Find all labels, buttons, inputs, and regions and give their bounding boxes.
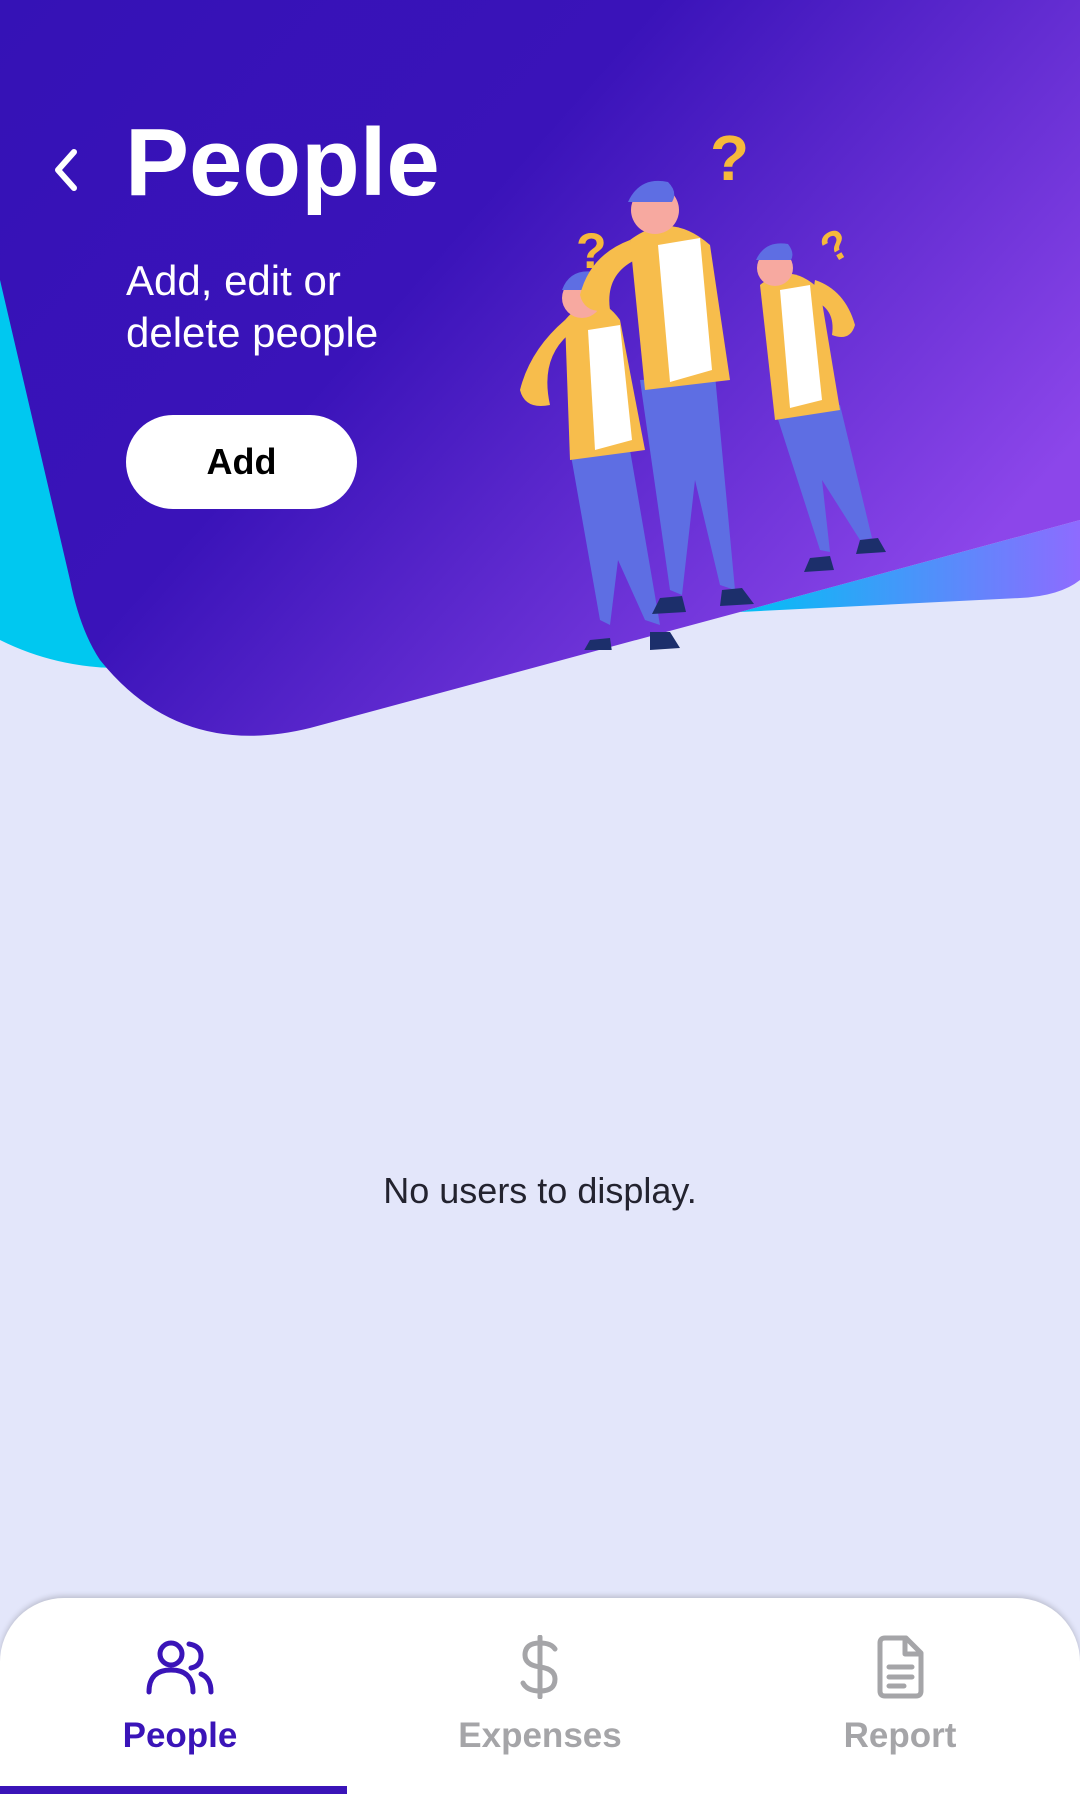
chevron-left-icon	[55, 149, 77, 191]
page-title: People	[125, 109, 440, 216]
back-button[interactable]	[40, 140, 90, 200]
nav-label-report: Report	[843, 1716, 957, 1755]
nav-tab-expenses[interactable]: Expenses	[360, 1598, 720, 1794]
nav-tab-people[interactable]: People	[0, 1598, 360, 1794]
dollar-icon	[505, 1632, 575, 1702]
nav-label-people: People	[122, 1716, 238, 1755]
people-icon	[145, 1632, 215, 1702]
svg-text:?: ?	[710, 122, 749, 194]
bottom-navigation: People Expenses Report	[0, 1598, 1080, 1794]
add-button[interactable]: Add	[126, 415, 357, 509]
nav-label-expenses: Expenses	[458, 1716, 622, 1755]
document-icon	[865, 1632, 935, 1702]
page-subtitle: Add, edit or delete people	[126, 257, 379, 356]
confused-people-illustration: ? ? ?	[520, 122, 886, 650]
nav-tab-report[interactable]: Report	[720, 1598, 1080, 1794]
svg-text:?: ?	[812, 219, 858, 273]
active-tab-indicator	[0, 1786, 347, 1794]
empty-state-message: No users to display.	[383, 1170, 697, 1211]
